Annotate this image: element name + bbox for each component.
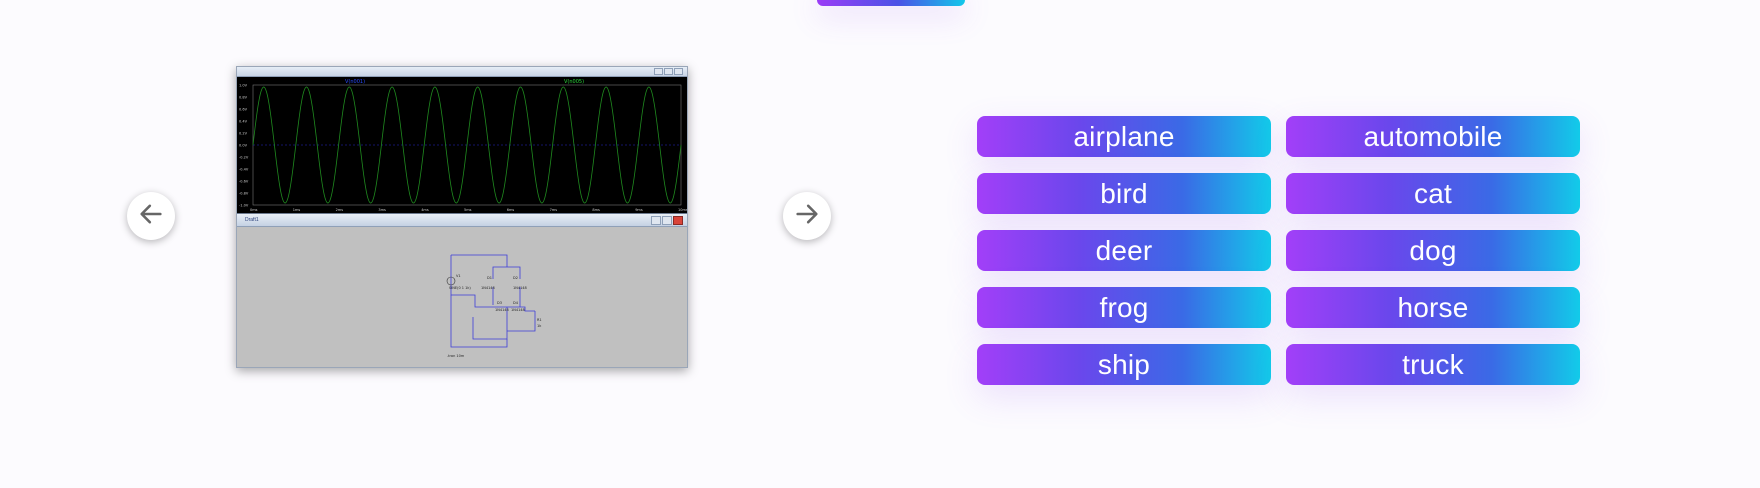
svg-text:1N4148: 1N4148 [481, 286, 495, 290]
sine-trace [252, 86, 682, 204]
svg-text:D2: D2 [513, 276, 518, 280]
y-tick-label: 0.6V [239, 108, 248, 112]
schematic-window-titlebar: Draft1 [237, 214, 687, 227]
y-tick-label: -0.2V [239, 156, 249, 160]
x-tick-label: 2ms [336, 208, 344, 212]
maximize-icon [662, 216, 672, 225]
label-button-ship[interactable]: ship [977, 344, 1271, 385]
label-button-frog[interactable]: frog [977, 287, 1271, 328]
y-tick-label: -0.8V [239, 192, 249, 196]
y-tick-label: 0.4V [239, 120, 248, 124]
x-tick-label: 4ms [421, 208, 429, 212]
svg-text:1N4148: 1N4148 [511, 308, 525, 312]
y-tick-label: -0.6V [239, 180, 249, 184]
top-button[interactable] [817, 0, 965, 6]
svg-text:V1: V1 [456, 274, 461, 278]
trace-label-right: V(n005) [564, 79, 585, 85]
stage: 1.0V 0.8V 0.6V 0.4V 0.2V 0.0V -0.2V -0.4V -0.6V -… [0, 0, 1760, 488]
x-tick-label: 7ms [550, 208, 558, 212]
label-button-cat[interactable]: cat [1286, 173, 1580, 214]
arrow-right-icon [793, 200, 821, 233]
previous-button[interactable] [127, 192, 175, 240]
label-button-airplane[interactable]: airplane [977, 116, 1271, 157]
svg-text:R1: R1 [537, 318, 542, 322]
y-tick-label: -0.4V [239, 168, 249, 172]
schematic-svg: V1 SINE(0 1 1k) D1 D2 1N4148 1N4148 D3 D… [446, 254, 542, 358]
x-tick-label: 9ms [635, 208, 643, 212]
svg-text:D4: D4 [513, 301, 519, 305]
trace-label-left: V(n001) [345, 79, 366, 85]
label-button-bird[interactable]: bird [977, 173, 1271, 214]
plot-window-titlebar [237, 67, 687, 77]
arrow-left-icon [137, 200, 165, 233]
svg-text:D1: D1 [487, 276, 492, 280]
x-tick-label: 8ms [592, 208, 600, 212]
svg-text:SINE(0 1 1k): SINE(0 1 1k) [449, 286, 471, 290]
svg-text:1N4148: 1N4148 [495, 308, 509, 312]
x-tick-label: 3ms [378, 208, 386, 212]
label-button-horse[interactable]: horse [1286, 287, 1580, 328]
schematic-canvas: V1 SINE(0 1 1k) D1 D2 1N4148 1N4148 D3 D… [237, 227, 687, 367]
y-tick-label: 0.2V [239, 132, 248, 136]
label-options: airplane automobile bird cat deer dog fr… [977, 116, 1580, 385]
waveform-svg: 1.0V 0.8V 0.6V 0.4V 0.2V 0.0V -0.2V -0.4V -0.6V -… [239, 84, 687, 213]
next-button[interactable] [783, 192, 831, 240]
x-tick-label: 6ms [507, 208, 515, 212]
y-tick-label: 0.8V [239, 96, 248, 100]
svg-text:D3: D3 [497, 301, 502, 305]
screenshot-image: 1.0V 0.8V 0.6V 0.4V 0.2V 0.0V -0.2V -0.4V -0.6V -… [236, 66, 688, 368]
label-button-truck[interactable]: truck [1286, 344, 1580, 385]
x-tick-label: 10ms [678, 208, 687, 212]
label-button-dog[interactable]: dog [1286, 230, 1580, 271]
x-tick-label: 0ms [250, 208, 258, 212]
schematic-title: Draft1 [245, 217, 259, 223]
close-icon [673, 216, 683, 225]
y-tick-label: 0.0V [239, 144, 248, 148]
x-tick-label: 5ms [464, 208, 472, 212]
svg-text:.tran 10m: .tran 10m [447, 354, 465, 358]
waveform-plot: 1.0V 0.8V 0.6V 0.4V 0.2V 0.0V -0.2V -0.4V -0.6V -… [237, 77, 687, 214]
svg-text:1k: 1k [537, 324, 542, 328]
minimize-icon [651, 216, 661, 225]
label-button-automobile[interactable]: automobile [1286, 116, 1580, 157]
x-tick-label: 1ms [293, 208, 301, 212]
label-button-deer[interactable]: deer [977, 230, 1271, 271]
y-tick-label: -1.0V [239, 204, 249, 208]
svg-text:1N4148: 1N4148 [513, 286, 527, 290]
y-tick-label: 1.0V [239, 84, 248, 88]
